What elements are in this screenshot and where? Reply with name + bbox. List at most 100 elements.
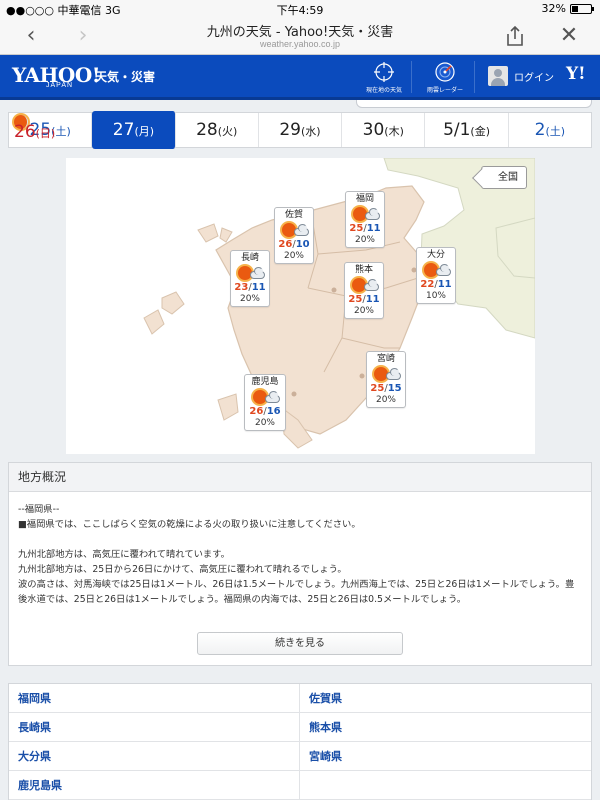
service-name: 天気・災害 bbox=[95, 70, 156, 84]
sunny-cloudy-icon bbox=[347, 276, 381, 294]
date-tab-weekday: (木) bbox=[384, 125, 404, 138]
date-tab-day: 26 bbox=[14, 122, 36, 142]
yahoo-logo-japan: JAPAN bbox=[46, 82, 74, 89]
low-temp: 16 bbox=[266, 406, 281, 417]
yahoo-y-icon[interactable]: Y! bbox=[566, 64, 586, 84]
header-divider bbox=[411, 61, 412, 93]
date-tab-day: 5/1 bbox=[443, 120, 471, 140]
forecast-card[interactable]: 熊本 25/11 20% bbox=[344, 262, 384, 319]
current-location-label: 現在地の天気 bbox=[365, 87, 402, 94]
forecast-temps: 25/15 bbox=[370, 383, 402, 394]
precip-probability: 20% bbox=[375, 395, 396, 405]
precip-probability: 20% bbox=[254, 418, 275, 428]
all-country-label: 全国 bbox=[498, 172, 518, 183]
current-location-weather-button[interactable]: 現在地の天気 bbox=[361, 61, 407, 94]
sunny-cloudy-icon bbox=[248, 388, 282, 406]
overview-body: --福岡県-- ■福岡県では、ここしばらく空気の乾燥による火の取り扱いに注意して… bbox=[9, 492, 591, 607]
battery-fill bbox=[572, 5, 578, 12]
forecast-card[interactable]: 宮崎 25/15 20% bbox=[366, 351, 406, 408]
prefecture-link[interactable]: 福岡県 bbox=[9, 684, 300, 713]
header-divider bbox=[474, 61, 475, 93]
forecast-card[interactable]: 佐賀 26/10 20% bbox=[274, 207, 314, 264]
forecast-temps: 22/11 bbox=[420, 279, 452, 290]
overview-line: --福岡県-- bbox=[18, 504, 60, 515]
low-temp: 11 bbox=[251, 282, 266, 293]
date-tab-day: 28 bbox=[196, 120, 218, 140]
crosshair-icon bbox=[374, 62, 394, 82]
high-temp: 23 bbox=[234, 282, 249, 293]
high-temp: 25 bbox=[349, 223, 364, 234]
forecast-card[interactable]: 鹿児島 26/16 20% bbox=[244, 374, 286, 431]
battery-percent: 32% bbox=[541, 2, 566, 15]
date-tab-day: 2 bbox=[534, 120, 546, 140]
close-icon[interactable]: ✕ bbox=[556, 24, 582, 50]
date-tab[interactable]: 27(月) bbox=[92, 111, 176, 149]
prefecture-link[interactable]: 熊本県 bbox=[300, 713, 591, 742]
date-tab[interactable]: 26(日) bbox=[14, 115, 55, 142]
clock-text: 下午4:59 bbox=[276, 4, 324, 17]
low-temp: 11 bbox=[366, 223, 381, 234]
kyushu-map-image bbox=[143, 158, 535, 449]
header-dropdown-edge bbox=[356, 100, 592, 108]
high-temp: 25 bbox=[370, 383, 385, 394]
prefecture-link[interactable]: 長崎県 bbox=[9, 713, 300, 742]
date-tab-weekday: (土) bbox=[545, 125, 566, 138]
forecast-city: 熊本 bbox=[354, 265, 373, 275]
sunny-cloudy-icon bbox=[233, 264, 267, 282]
date-tab[interactable]: 2(土) bbox=[509, 113, 591, 147]
date-tab-weekday: (火) bbox=[217, 125, 238, 138]
forecast-temps: 25/11 bbox=[349, 223, 381, 234]
radar-icon bbox=[435, 62, 455, 82]
forecast-city: 長崎 bbox=[240, 253, 259, 263]
low-temp: 15 bbox=[387, 383, 402, 394]
overview-paragraph: 九州北部地方は、25日から26日にかけて、高気圧に覆われて晴れるでしょう。 bbox=[18, 564, 347, 575]
date-tab-weekday: (日) bbox=[35, 127, 56, 140]
battery-icon bbox=[570, 3, 594, 14]
prefecture-link[interactable]: 宮崎県 bbox=[300, 742, 591, 771]
status-bar: ●●○○○ 中華電信 3G 下午4:59 32% bbox=[0, 0, 600, 18]
overview-paragraph: 波の高さは、対馬海峡では25日は1メートル、26日は1.5メートルでしょう。九州… bbox=[18, 579, 575, 605]
forecast-city: 宮崎 bbox=[376, 354, 395, 364]
low-temp: 11 bbox=[365, 294, 380, 305]
rain-radar-button[interactable]: 雨雲レーダー bbox=[422, 61, 468, 94]
date-tab-day: 30 bbox=[362, 120, 385, 140]
date-tab-weekday: (金) bbox=[470, 125, 491, 138]
prefecture-empty-cell bbox=[300, 771, 591, 800]
high-temp: 22 bbox=[420, 279, 435, 290]
overview-heading: 地方概況 bbox=[9, 463, 591, 492]
high-temp: 25 bbox=[348, 294, 363, 305]
date-tab[interactable]: 28(火) bbox=[176, 113, 259, 147]
forecast-city: 大分 bbox=[426, 250, 445, 260]
forecast-city: 福岡 bbox=[355, 194, 374, 204]
prefecture-link[interactable]: 佐賀県 bbox=[300, 684, 591, 713]
overview-line: ■福岡県では、ここしばらく空気の乾燥による火の取り扱いに注意してください。 bbox=[18, 519, 361, 530]
all-country-button[interactable]: 全国 bbox=[481, 166, 527, 189]
site-header: YAHOO! JAPAN 天気・災害 現在地の天気 雨雲レーダー ログイン Y! bbox=[0, 55, 600, 100]
browser-toolbar: ‹ › 九州の天気 - Yahoo!天気・災害 weather.yahoo.co… bbox=[0, 18, 600, 55]
high-temp: 26 bbox=[278, 239, 293, 250]
sunny-cloudy-icon bbox=[419, 261, 453, 279]
date-tab[interactable]: 30(木) bbox=[342, 113, 426, 147]
forecast-card[interactable]: 長崎 23/11 20% bbox=[230, 250, 270, 307]
date-tab[interactable]: 5/1(金) bbox=[425, 113, 509, 147]
low-temp: 10 bbox=[295, 239, 310, 250]
kyushu-weather-map[interactable]: 全国 福岡 25/11 20% 佐賀 26/10 20% 長崎 23/11 20% 熊本 25/11… bbox=[66, 158, 535, 454]
precip-probability: 20% bbox=[239, 294, 260, 304]
forecast-card[interactable]: 福岡 25/11 20% bbox=[345, 191, 385, 248]
rain-radar-label: 雨雲レーダー bbox=[426, 87, 463, 94]
forecast-card[interactable]: 大分 22/11 10% bbox=[416, 247, 456, 304]
prefecture-link[interactable]: 鹿児島県 bbox=[9, 771, 300, 800]
forecast-temps: 23/11 bbox=[234, 282, 266, 293]
precip-probability: 20% bbox=[283, 251, 304, 261]
prefecture-list: 福岡県 佐賀県 長崎県 熊本県 大分県 宮崎県 鹿児島県 bbox=[8, 683, 592, 800]
date-tab[interactable]: 29(水) bbox=[259, 113, 343, 147]
battery-indicator: 32% bbox=[541, 2, 594, 15]
precip-probability: 20% bbox=[354, 235, 375, 245]
share-icon[interactable] bbox=[502, 24, 528, 50]
low-temp: 11 bbox=[437, 279, 452, 290]
login-button[interactable]: ログイン bbox=[488, 66, 554, 86]
prefecture-link[interactable]: 大分県 bbox=[9, 742, 300, 771]
forecast-temps: 26/10 bbox=[278, 239, 310, 250]
forecast-temps: 25/11 bbox=[348, 294, 380, 305]
read-more-button[interactable]: 続きを見る bbox=[197, 632, 403, 655]
